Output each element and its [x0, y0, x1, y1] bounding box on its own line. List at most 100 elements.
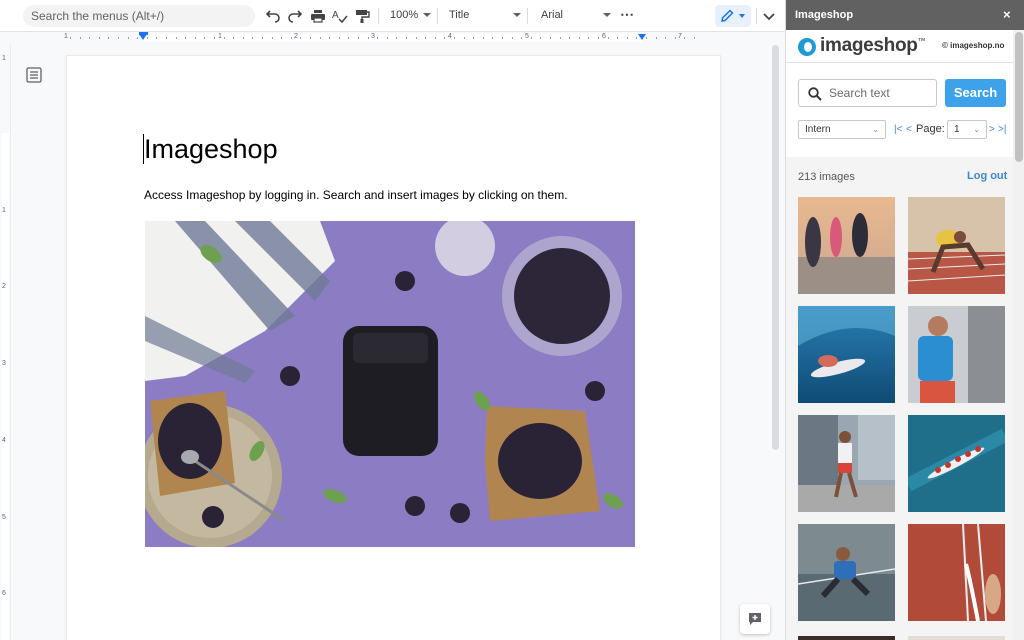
document-scrollbar[interactable] — [772, 45, 779, 450]
ruler-number: 5 — [2, 514, 6, 521]
chevron-down-icon[interactable] — [423, 13, 431, 17]
document-title[interactable]: Imageshop — [144, 134, 278, 165]
ruler-tick — [560, 37, 561, 39]
chevron-down-icon — [739, 14, 745, 18]
last-page-link[interactable]: >| — [998, 124, 1006, 135]
ruler-tick — [300, 37, 301, 39]
left-indent-marker[interactable] — [139, 34, 147, 40]
ruler-tick — [204, 37, 205, 39]
ruler-tick — [262, 37, 263, 39]
image-thumbnail[interactable] — [908, 197, 1005, 294]
ruler-tick — [89, 37, 90, 39]
document-outline-icon[interactable] — [26, 67, 42, 83]
image-thumbnail[interactable] — [798, 306, 895, 403]
category-select[interactable]: Intern ⌄ — [798, 120, 886, 139]
ruler-tick — [243, 37, 244, 39]
imageshop-logo: imageshop™ — [820, 35, 926, 57]
ruler-tick — [156, 37, 157, 39]
image-thumbnail[interactable] — [798, 197, 895, 294]
image-thumbnail[interactable] — [798, 415, 895, 512]
ruler-tick — [483, 37, 484, 39]
vertical-ruler[interactable]: 1 1 2 3 4 5 6 — [0, 43, 11, 640]
right-indent-marker[interactable] — [638, 34, 646, 40]
image-thumbnail[interactable] — [908, 524, 1005, 621]
sidebar-scroll-thumb[interactable] — [1015, 32, 1023, 162]
image-thumbnail[interactable] — [798, 633, 895, 640]
ruler-tick — [224, 37, 225, 39]
sidebar-scrollbar[interactable] — [1013, 30, 1024, 640]
print-icon[interactable] — [309, 7, 327, 25]
ruler-tick — [310, 37, 311, 39]
ruler-number: 1 — [2, 207, 6, 214]
search-input[interactable] — [829, 84, 933, 102]
collapse-toolbar-icon[interactable] — [760, 7, 778, 25]
logo-domain: © imageshop.no — [942, 41, 1005, 50]
spellcheck-icon[interactable]: A — [331, 7, 349, 25]
ruler-tick — [166, 37, 167, 39]
page-select-value: 1 — [954, 124, 960, 135]
search-box[interactable] — [798, 79, 937, 107]
ruler-tick — [425, 37, 426, 39]
ruler-tick — [416, 37, 417, 39]
zoom-select[interactable]: 100% — [390, 9, 418, 21]
ruler-number: 5 — [525, 33, 529, 40]
ruler-tick — [521, 37, 522, 39]
image-thumbnail[interactable] — [798, 524, 895, 621]
chevron-down-icon[interactable] — [603, 13, 611, 17]
ruler-tick — [80, 37, 81, 39]
ruler-tick — [531, 37, 532, 39]
chevron-down-icon: ⌄ — [872, 125, 879, 134]
sidebar-title: Imageshop — [795, 9, 854, 21]
ruler-tick — [444, 37, 445, 39]
search-button[interactable]: Search — [945, 79, 1006, 107]
font-select[interactable]: Arial — [541, 9, 563, 21]
ruler-tick — [646, 37, 647, 39]
chevron-down-icon[interactable] — [513, 13, 521, 17]
ruler-number: 3 — [371, 33, 375, 40]
image-thumbnail[interactable] — [908, 633, 1005, 640]
next-page-link[interactable]: > — [989, 124, 995, 135]
ruler-number: 6 — [602, 33, 606, 40]
inserted-image[interactable] — [145, 221, 635, 547]
horizontal-ruler[interactable]: 1 1 2 3 4 5 6 7 — [0, 32, 785, 43]
paint-format-icon[interactable] — [353, 7, 371, 25]
ruler-number: 7 — [678, 33, 682, 40]
document-paragraph[interactable]: Access Imageshop by logging in. Search a… — [144, 188, 568, 202]
explore-button[interactable] — [740, 604, 770, 634]
previous-page-link[interactable]: < — [906, 124, 912, 135]
ruler-number: 1 — [64, 33, 68, 40]
ruler-tick — [137, 37, 138, 39]
image-thumbnail[interactable] — [908, 415, 1005, 512]
menu-search-field[interactable]: Search the menus (Alt+/) — [23, 5, 255, 27]
style-select[interactable]: Title — [449, 9, 469, 21]
ruler-tick — [675, 37, 676, 39]
ruler-tick — [588, 37, 589, 39]
editing-mode-button[interactable] — [715, 5, 751, 27]
ruler-tick — [214, 37, 215, 39]
more-options-icon[interactable]: ⋯ — [620, 6, 634, 23]
ruler-tick — [684, 37, 685, 39]
ruler-tick — [320, 37, 321, 39]
close-icon[interactable]: × — [1003, 8, 1011, 21]
logout-link[interactable]: Log out — [967, 170, 1007, 182]
toolbar-divider — [378, 8, 379, 24]
page-label: Page: — [916, 123, 945, 135]
image-thumbnail[interactable] — [908, 306, 1005, 403]
first-page-link[interactable]: |< — [894, 124, 902, 135]
ruler-tick — [272, 37, 273, 39]
ruler-tick — [281, 37, 282, 39]
ruler-tick — [464, 37, 465, 39]
ruler-tick — [435, 37, 436, 39]
document-page[interactable]: Imageshop Access Imageshop by logging in… — [67, 56, 720, 640]
toolbar-divider — [756, 8, 757, 24]
page-select[interactable]: 1 ⌄ — [947, 120, 987, 139]
ruler-tick — [636, 37, 637, 39]
undo-icon[interactable] — [264, 7, 282, 25]
search-icon — [808, 87, 822, 101]
ruler-tick — [128, 37, 129, 39]
ruler-tick — [358, 37, 359, 39]
blackberry-jam-photo — [145, 221, 635, 547]
redo-icon[interactable] — [286, 7, 304, 25]
ruler-tick — [617, 37, 618, 39]
ruler-number: 2 — [2, 283, 6, 290]
